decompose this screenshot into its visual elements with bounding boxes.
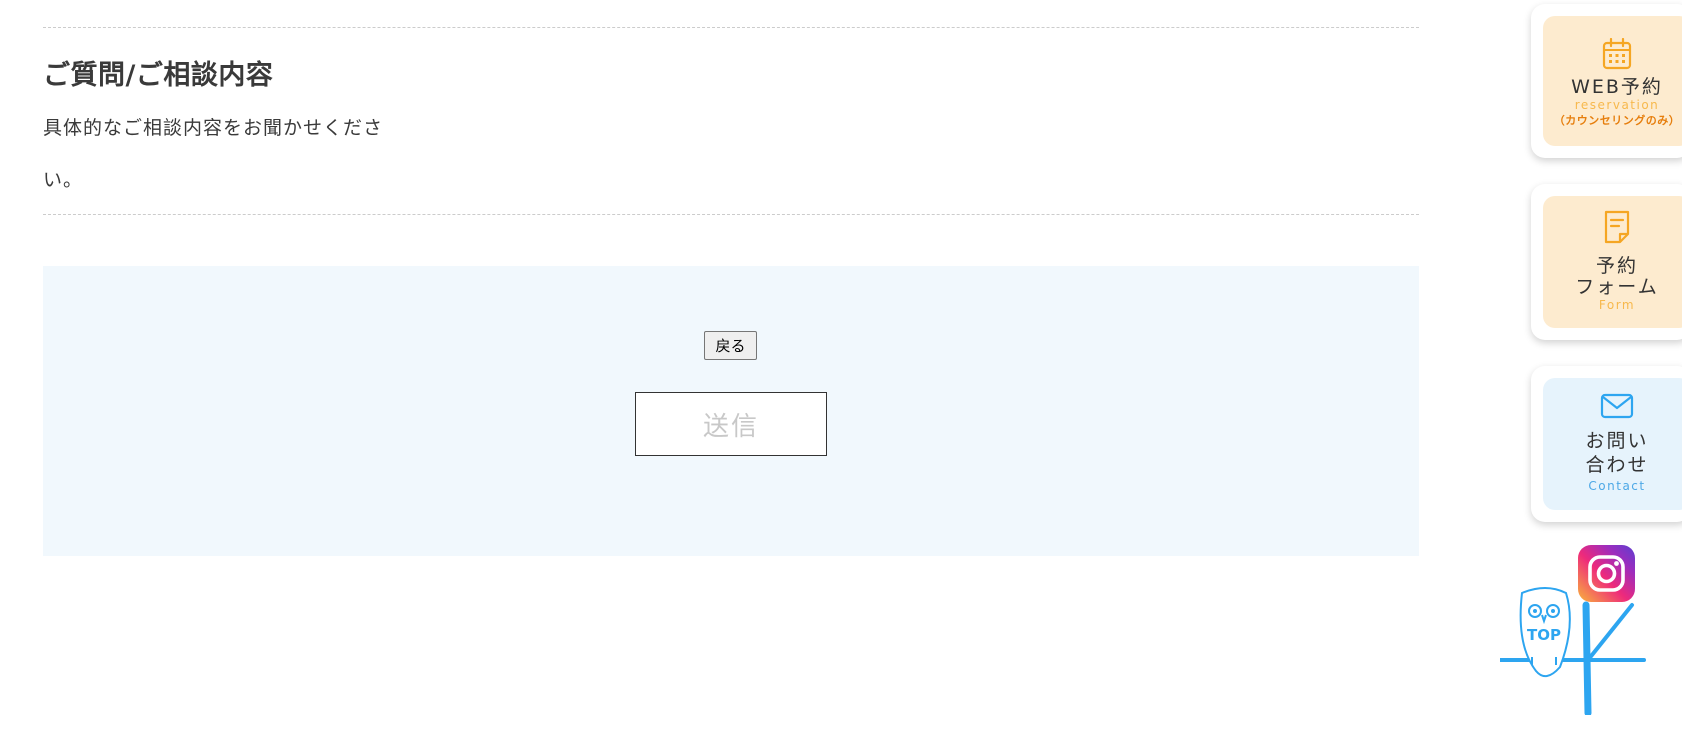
- owl-icon: TOP: [1498, 587, 1646, 717]
- reservation-form-label-1: 予約: [1595, 255, 1638, 277]
- contact-sub: Contact: [1588, 479, 1646, 493]
- reservation-form-label-2: フォーム: [1575, 276, 1659, 298]
- web-reservation-sub: reservation: [1574, 98, 1660, 112]
- divider: [43, 214, 1419, 215]
- back-to-top-button[interactable]: TOP: [1498, 585, 1650, 719]
- calendar-icon: [1602, 38, 1632, 70]
- web-reservation-note: （カウンセリングのみ）: [1553, 114, 1681, 127]
- top-label: TOP: [1527, 626, 1561, 644]
- document-icon: [1604, 210, 1630, 244]
- submit-button[interactable]: 送信: [635, 392, 827, 456]
- divider: [43, 27, 1419, 28]
- web-reservation-panel: WEB予約 reservation （カウンセリングのみ）: [1543, 16, 1682, 146]
- back-button[interactable]: 戻る: [704, 331, 757, 360]
- web-reservation-label: WEB予約: [1571, 76, 1663, 98]
- web-reservation-card[interactable]: WEB予約 reservation （カウンセリングのみ）: [1531, 4, 1682, 158]
- section-body: 具体的なご相談内容をお聞かせください。: [43, 117, 384, 191]
- contact-label-1: お問い: [1585, 430, 1649, 452]
- contact-card[interactable]: お問い 合わせ Contact: [1531, 366, 1682, 522]
- contact-label-2: 合わせ: [1585, 454, 1649, 476]
- reservation-form-card[interactable]: 予約 フォーム Form: [1531, 184, 1682, 340]
- section-title: ご質問/ご相談内容: [43, 60, 274, 91]
- contact-panel: お問い 合わせ Contact: [1543, 378, 1682, 510]
- mail-icon: [1600, 393, 1634, 419]
- main-content: ご質問/ご相談内容 具体的なご相談内容をお聞かせください。 戻る 送信: [43, 0, 1419, 556]
- form-actions: 戻る 送信: [43, 266, 1419, 556]
- reservation-form-sub: Form: [1598, 298, 1636, 312]
- reservation-form-panel: 予約 フォーム Form: [1543, 196, 1682, 328]
